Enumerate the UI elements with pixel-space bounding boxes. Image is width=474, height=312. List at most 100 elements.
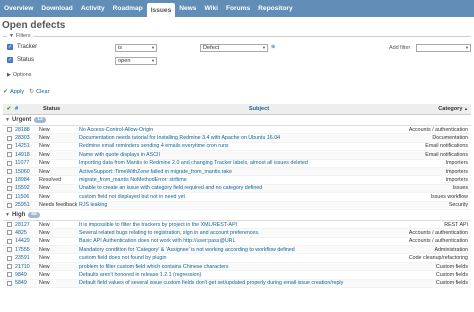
issue-subject-link[interactable]: Defaults aren't honored in release 1.2.1… bbox=[79, 272, 379, 278]
row-checkbox-cell[interactable] bbox=[3, 202, 15, 208]
multi-select-icon[interactable]: ⊕ bbox=[271, 44, 275, 50]
group-header[interactable]: ▼ High 66 bbox=[3, 210, 471, 221]
row-checkbox[interactable] bbox=[6, 280, 12, 286]
table-row[interactable]: 28127 New It is impossible to filter the t… bbox=[3, 221, 471, 230]
row-checkbox-cell[interactable] bbox=[3, 177, 15, 183]
issue-subject-link[interactable]: It is impossible to filter the trackers … bbox=[79, 222, 379, 228]
row-checkbox[interactable] bbox=[6, 222, 12, 228]
col-id[interactable]: # bbox=[15, 106, 39, 112]
issue-id-link[interactable]: 5849 bbox=[15, 280, 39, 286]
table-row[interactable]: 9849 New Defaults aren't honored in releas… bbox=[3, 271, 471, 280]
row-checkbox-cell[interactable] bbox=[3, 152, 15, 158]
row-checkbox[interactable] bbox=[6, 247, 12, 253]
row-checkbox-cell[interactable] bbox=[3, 230, 15, 236]
menu-tab-forums[interactable]: Forums bbox=[222, 0, 254, 17]
issue-id-link[interactable]: 14251 bbox=[15, 143, 39, 149]
table-row[interactable]: 5849 New Default field values of several i… bbox=[3, 279, 471, 289]
table-row[interactable]: 18984 Resolved migrate_from_mantis NoMetho… bbox=[3, 176, 471, 185]
clear-link[interactable]: ↻ Clear bbox=[29, 88, 49, 96]
issue-id-link[interactable]: 15592 bbox=[15, 185, 39, 191]
add-filter-select[interactable]: ▼ bbox=[416, 44, 471, 52]
menu-tab-activity[interactable]: Activity bbox=[77, 0, 109, 17]
row-checkbox-cell[interactable] bbox=[3, 247, 15, 253]
menu-tab-wiki[interactable]: Wiki bbox=[200, 0, 222, 17]
issue-id-link[interactable]: 28303 bbox=[15, 135, 39, 141]
row-checkbox[interactable] bbox=[6, 185, 12, 191]
table-row[interactable]: 14918 New Name with quote displays in ASCI… bbox=[3, 151, 471, 160]
menu-tab-overview[interactable]: Overview bbox=[0, 0, 37, 17]
issue-id-link[interactable]: 14429 bbox=[15, 238, 39, 244]
menu-tab-repository[interactable]: Repository bbox=[254, 0, 296, 17]
menu-tab-download[interactable]: Download bbox=[37, 0, 77, 17]
filters-legend[interactable]: ▼ Filters bbox=[7, 33, 33, 39]
issue-id-link[interactable]: 14918 bbox=[15, 152, 39, 158]
issue-id-link[interactable]: 11506 bbox=[15, 194, 39, 200]
tracker-checkbox[interactable]: ✓ bbox=[7, 44, 13, 50]
issue-subject-link[interactable]: Mandatory condition for 'Category' & 'As… bbox=[79, 247, 379, 253]
table-row[interactable]: 15060 New ActiveSupport::TimeWithZone fail… bbox=[3, 167, 471, 177]
issue-subject-link[interactable]: migrate_from_mantis NoMethodError: strft… bbox=[79, 177, 379, 183]
table-row[interactable]: 14251 New Redmine email reminders sending … bbox=[3, 143, 471, 152]
row-checkbox-cell[interactable] bbox=[3, 255, 15, 261]
row-checkbox[interactable] bbox=[6, 238, 12, 244]
row-checkbox-cell[interactable] bbox=[3, 194, 15, 200]
table-row[interactable]: 28303 New Documentation needs tutorial for… bbox=[3, 134, 471, 143]
row-checkbox-cell[interactable] bbox=[3, 272, 15, 278]
row-checkbox-cell[interactable] bbox=[3, 238, 15, 244]
issue-id-link[interactable]: 9849 bbox=[15, 272, 39, 278]
issue-subject-link[interactable]: Importing data from Mantis to Redmine 2.… bbox=[79, 160, 379, 166]
issue-id-link[interactable]: 28188 bbox=[15, 127, 39, 133]
table-row[interactable]: 21710 New problem to filter custom field w… bbox=[3, 262, 471, 272]
issue-subject-link[interactable]: Redmine email reminders sending 4 emails… bbox=[79, 143, 379, 149]
tracker-value-select[interactable]: Defect ▼ bbox=[200, 44, 268, 52]
options-legend[interactable]: ▶ Options bbox=[7, 72, 31, 78]
row-checkbox[interactable] bbox=[6, 202, 12, 208]
row-checkbox[interactable] bbox=[6, 160, 12, 166]
issue-subject-link[interactable]: Documentation needs tutorial for Install… bbox=[79, 135, 379, 141]
col-category[interactable]: Category ▲ bbox=[379, 106, 471, 112]
issue-subject-link[interactable]: Name with quote displays in ASCII bbox=[79, 152, 379, 158]
row-checkbox[interactable] bbox=[6, 135, 12, 141]
issue-id-link[interactable]: 15060 bbox=[15, 169, 39, 175]
apply-link[interactable]: ✔ Apply bbox=[3, 88, 24, 96]
issue-subject-link[interactable]: Default field values of several issue cu… bbox=[79, 280, 379, 286]
row-checkbox-cell[interactable] bbox=[3, 143, 15, 149]
row-checkbox-cell[interactable] bbox=[3, 160, 15, 166]
row-checkbox-cell[interactable] bbox=[3, 280, 15, 286]
table-row[interactable]: 4825 New Several related bugs relating to … bbox=[3, 229, 471, 238]
issue-subject-link[interactable]: problem to filter custom field which con… bbox=[79, 264, 379, 270]
issue-subject-link[interactable]: No Access-Control-Allow-Origin bbox=[79, 127, 379, 133]
issue-subject-link[interactable]: custom field does not found by plugin bbox=[79, 255, 379, 261]
row-checkbox[interactable] bbox=[6, 230, 12, 236]
col-status[interactable]: Status bbox=[39, 106, 79, 112]
row-checkbox[interactable] bbox=[6, 272, 12, 278]
status-operator-select[interactable]: open ▼ bbox=[115, 57, 157, 65]
issue-id-link[interactable]: 17555 bbox=[15, 247, 39, 253]
row-checkbox[interactable] bbox=[6, 264, 12, 270]
table-row[interactable]: 11506 New custom field not displayed but n… bbox=[3, 193, 471, 202]
issue-subject-link[interactable]: RJS leaking bbox=[79, 202, 379, 208]
group-header[interactable]: ▼ Urgent 13 bbox=[3, 115, 471, 126]
menu-tab-issues[interactable]: Issues bbox=[146, 3, 176, 17]
issue-id-link[interactable]: 11077 bbox=[15, 160, 39, 166]
issue-id-link[interactable]: 28127 bbox=[15, 222, 39, 228]
issue-subject-link[interactable]: custom field not displayed but not in ne… bbox=[79, 194, 379, 200]
row-checkbox[interactable] bbox=[6, 152, 12, 158]
tracker-operator-select[interactable]: is ▼ bbox=[115, 44, 157, 52]
issue-subject-link[interactable]: Basic API Authentication does not work w… bbox=[79, 238, 379, 244]
table-row[interactable]: 15592 New Unable to create an issue with c… bbox=[3, 184, 471, 194]
issue-id-link[interactable]: 18984 bbox=[15, 177, 39, 183]
menu-tab-news[interactable]: News bbox=[175, 0, 200, 17]
table-row[interactable]: 23591 New custom field does not found by p… bbox=[3, 254, 471, 263]
table-row[interactable]: 14429 New Basic API Authentication does no… bbox=[3, 238, 471, 247]
issue-subject-link[interactable]: Unable to create an issue with category … bbox=[79, 185, 379, 191]
menu-tab-roadmap[interactable]: Roadmap bbox=[109, 0, 147, 17]
issue-id-link[interactable]: 25951 bbox=[15, 202, 39, 208]
row-checkbox-cell[interactable] bbox=[3, 185, 15, 191]
col-subject[interactable]: Subject bbox=[79, 106, 379, 112]
row-checkbox-cell[interactable] bbox=[3, 135, 15, 141]
table-row[interactable]: 11077 New Importing data from Mantis to Re… bbox=[3, 160, 471, 168]
row-checkbox-cell[interactable] bbox=[3, 169, 15, 175]
issue-id-link[interactable]: 21710 bbox=[15, 264, 39, 270]
row-checkbox[interactable] bbox=[6, 194, 12, 200]
